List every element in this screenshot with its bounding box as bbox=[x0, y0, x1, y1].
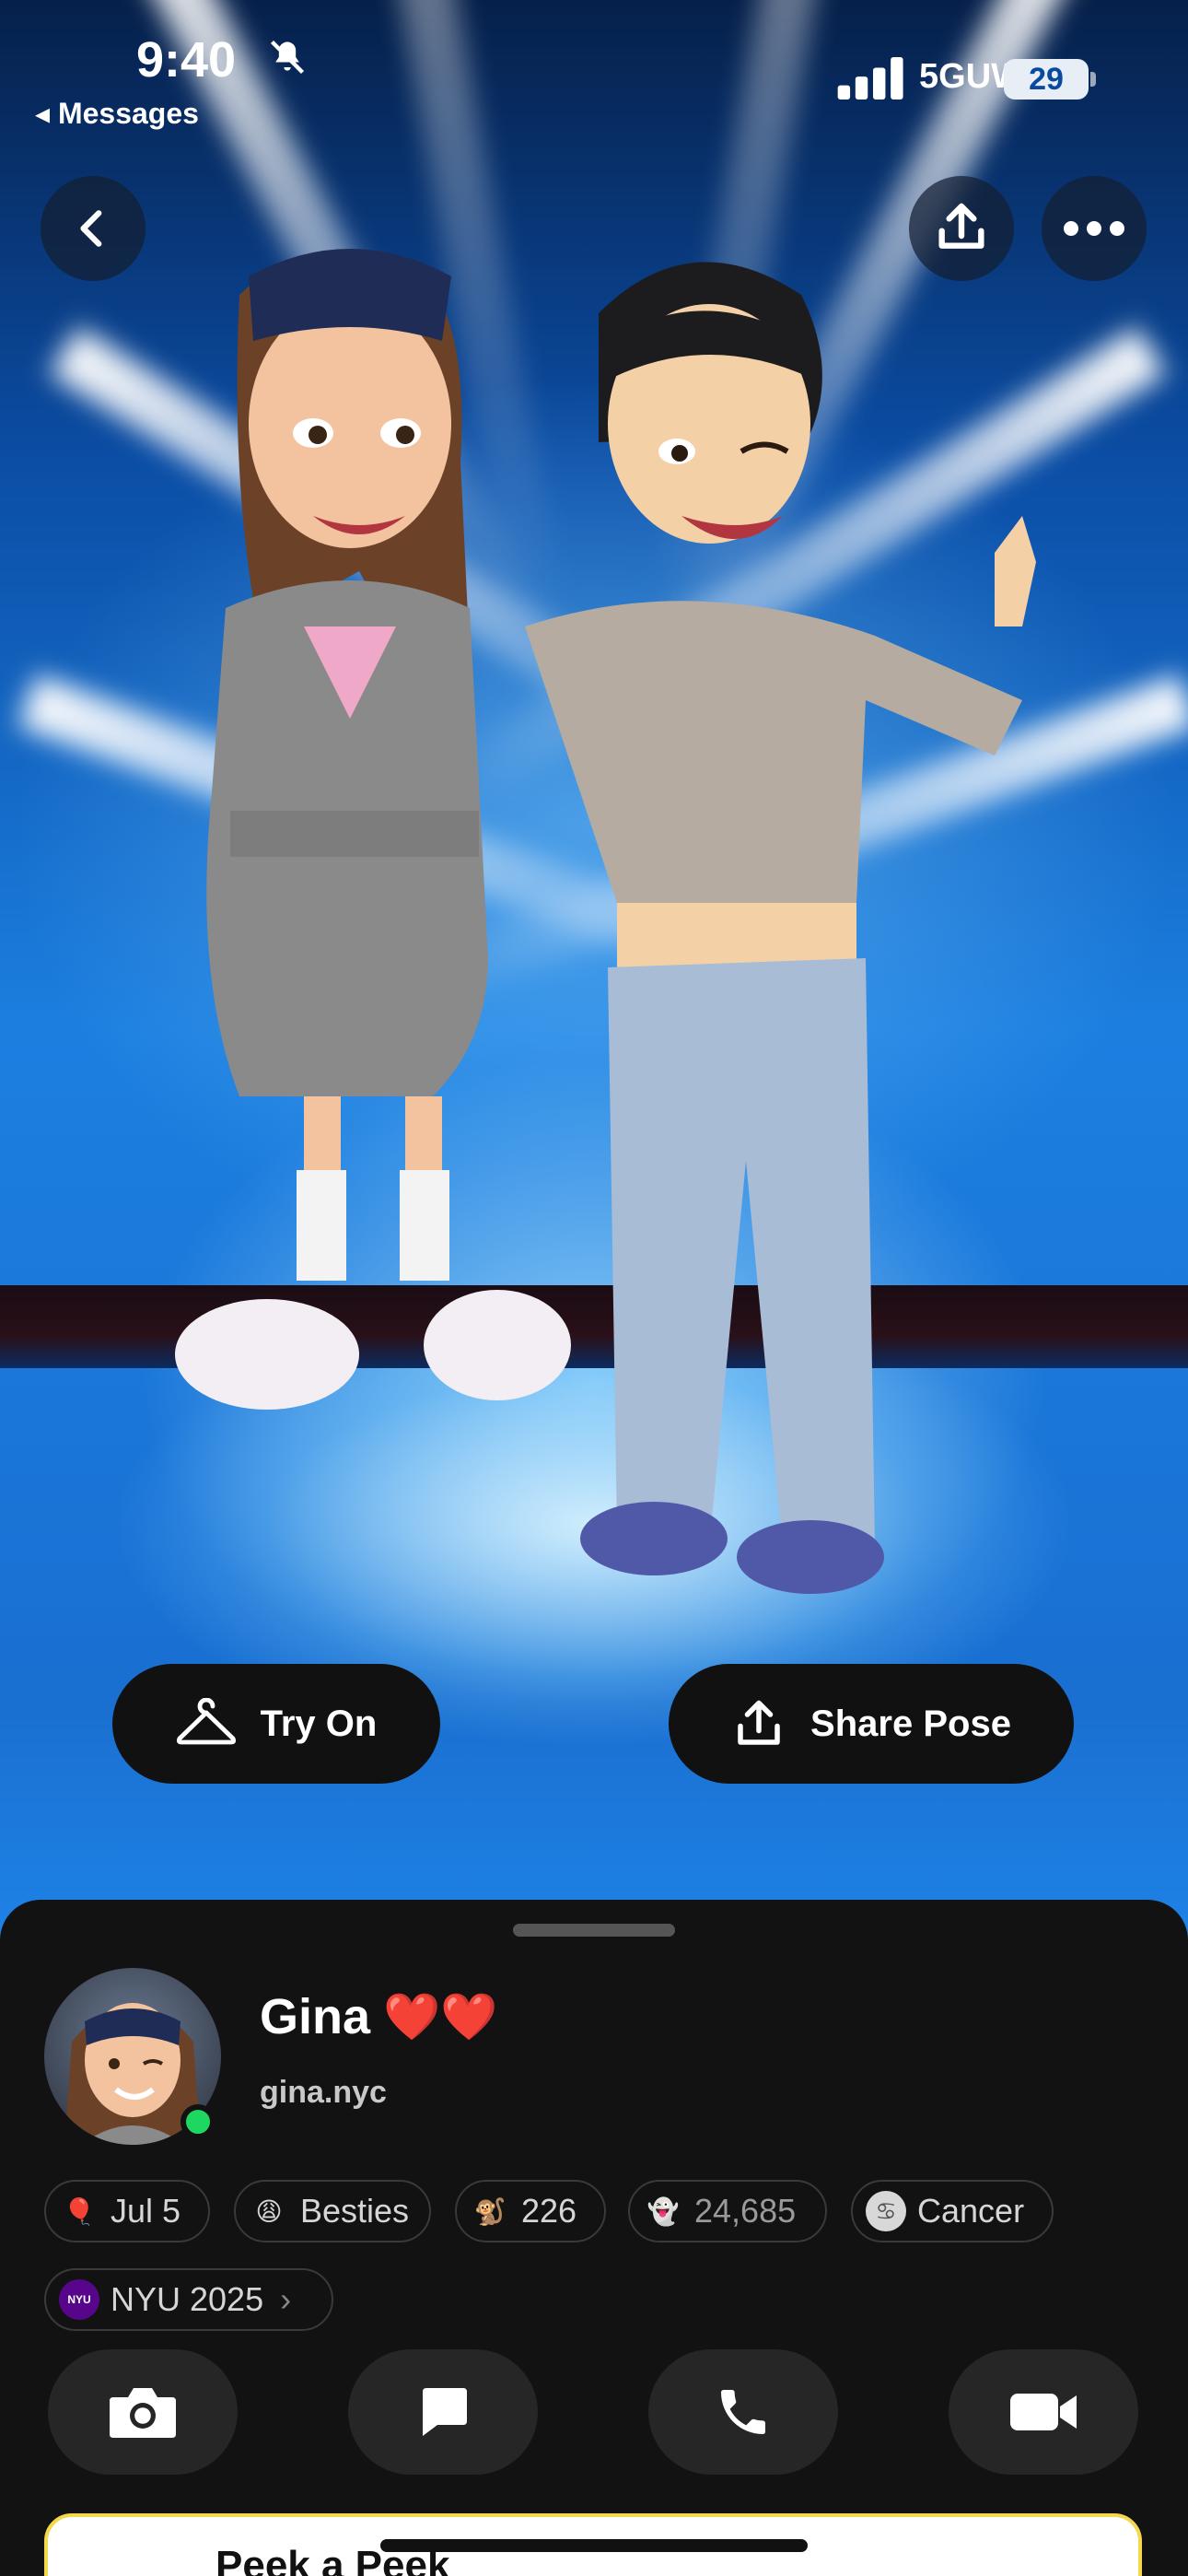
chip-friendship-label: Besties bbox=[300, 2192, 410, 2230]
chip-zodiac-label: Cancer bbox=[917, 2192, 1025, 2230]
profile-screen: 9:40 ◂ Messages 5GUW 29 Try On Share Pos… bbox=[0, 0, 1188, 2576]
weary-face-icon: 😩 bbox=[255, 2196, 283, 2226]
silent-bell-icon bbox=[270, 40, 305, 75]
profile-sheet: Gina ❤️❤️ gina.nyc 🎈 Jul 5 😩 Besties 🐒 2… bbox=[0, 1900, 1188, 2576]
status-time: 9:40 bbox=[136, 32, 237, 88]
upload-icon bbox=[738, 1700, 780, 1745]
chip-friendship[interactable]: 😩 Besties bbox=[234, 2180, 431, 2242]
camera-button[interactable] bbox=[48, 2349, 238, 2475]
chip-zodiac[interactable]: ♋ Cancer bbox=[851, 2180, 1054, 2242]
right-avatar bbox=[525, 262, 1036, 1594]
profile-name-row: Gina ❤️❤️ bbox=[260, 1988, 498, 2045]
video-icon bbox=[1010, 2394, 1077, 2430]
chip-school-label: NYU 2025 bbox=[111, 2280, 264, 2318]
sheet-drag-handle[interactable] bbox=[513, 1924, 675, 1937]
cancer-zodiac-icon: ♋ bbox=[866, 2191, 906, 2231]
cellular-signal-icon bbox=[837, 57, 903, 100]
status-bar: 9:40 ◂ Messages 5GUW 29 bbox=[0, 0, 1188, 138]
phone-icon bbox=[721, 2390, 765, 2434]
username: gina.nyc bbox=[260, 2075, 387, 2110]
hanger-icon bbox=[176, 1698, 236, 1745]
share-pose-label: Share Pose bbox=[810, 1703, 1011, 1744]
try-on-button[interactable]: Try On bbox=[112, 1664, 440, 1784]
more-options-button[interactable] bbox=[1042, 176, 1147, 281]
chip-streak-label: 226 bbox=[521, 2192, 577, 2230]
video-call-button[interactable] bbox=[949, 2349, 1138, 2475]
heart-emoji: ❤️❤️ bbox=[383, 1990, 498, 2043]
chat-button[interactable] bbox=[348, 2349, 538, 2475]
chevron-right-icon: › bbox=[280, 2280, 292, 2318]
balloon-icon: 🎈 bbox=[63, 2196, 96, 2226]
chip-snapscore-label: 24,685 bbox=[694, 2192, 797, 2230]
online-status-dot bbox=[181, 2104, 215, 2139]
try-on-label: Try On bbox=[260, 1703, 378, 1744]
back-to-messages-link[interactable]: ◂ Messages bbox=[35, 96, 199, 131]
call-button[interactable] bbox=[648, 2349, 838, 2475]
ghost-icon: 👻 bbox=[646, 2196, 680, 2226]
monkey-icon: 🐒 bbox=[473, 2196, 507, 2226]
chip-school[interactable]: NYU NYU 2025 › bbox=[44, 2268, 333, 2331]
display-name: Gina bbox=[260, 1989, 371, 2044]
home-indicator[interactable] bbox=[380, 2539, 808, 2552]
share-pose-button[interactable]: Share Pose bbox=[669, 1664, 1074, 1784]
battery-indicator: 29 bbox=[1004, 59, 1089, 100]
battery-nub bbox=[1090, 72, 1096, 87]
camera-icon bbox=[110, 2388, 176, 2438]
chip-birthday[interactable]: 🎈 Jul 5 bbox=[44, 2180, 210, 2242]
left-avatar bbox=[175, 249, 571, 1410]
chevron-left-icon bbox=[80, 210, 102, 247]
ellipsis-icon bbox=[1064, 221, 1124, 236]
chip-snapscore[interactable]: 👻 24,685 bbox=[628, 2180, 827, 2242]
eyes-icon bbox=[85, 2563, 168, 2576]
bitmoji-avatars-illustration bbox=[175, 249, 1036, 1594]
nyu-logo-icon: NYU bbox=[59, 2279, 99, 2320]
chip-birthday-label: Jul 5 bbox=[111, 2192, 181, 2230]
chat-icon bbox=[423, 2388, 467, 2436]
chip-streak[interactable]: 🐒 226 bbox=[455, 2180, 606, 2242]
back-button[interactable] bbox=[41, 176, 146, 281]
